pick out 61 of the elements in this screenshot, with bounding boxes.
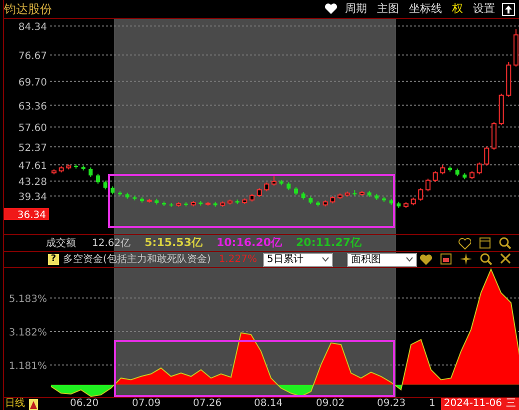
candlestick — [88, 166, 93, 178]
toolbar-button[interactable]: 权 — [449, 0, 466, 18]
date-label: 07.09 — [132, 398, 161, 410]
zoom-icon[interactable] — [480, 253, 492, 265]
triangle-icon[interactable] — [29, 398, 38, 410]
axis-label: 76.67 — [18, 50, 47, 62]
volume-label: 成交额 — [46, 236, 76, 250]
date-label: 08.14 — [254, 398, 283, 410]
toolbar-button[interactable]: 坐标线 — [406, 0, 445, 18]
axis-label: 3.182% — [8, 328, 47, 338]
weekday-label: 三 — [506, 398, 516, 410]
dropdown[interactable]: 面积图 — [346, 252, 417, 266]
current-price-label: 36.34 — [4, 208, 49, 221]
candlestick — [484, 146, 490, 166]
indicator-value: 1.227% — [218, 253, 257, 267]
current-date: 2024-11-06 — [444, 398, 502, 410]
axis-label: 43.28 — [18, 177, 47, 188]
heart-icon[interactable] — [419, 253, 432, 266]
help-button[interactable]: ? — [48, 254, 59, 265]
window-icon[interactable] — [440, 253, 452, 265]
window-icon[interactable] — [479, 236, 491, 248]
volume-value: 12.62亿 — [92, 236, 131, 250]
stock-title: 钧达股份 — [4, 1, 52, 18]
period-label[interactable]: 日线 — [5, 398, 25, 410]
candlestick — [96, 173, 100, 184]
date-label: 06.20 — [70, 398, 99, 410]
up-arrow-icon[interactable] — [502, 2, 515, 16]
toolbar-button[interactable]: 主图 — [374, 0, 402, 18]
candlestick — [432, 170, 438, 182]
date-label: 1 — [429, 398, 436, 410]
moving-average-value: 5:15.53亿 — [144, 234, 202, 251]
axis-label: 63.36 — [18, 101, 47, 112]
caret-icon — [322, 257, 329, 262]
zoom-icon[interactable] — [499, 236, 511, 248]
dropdown[interactable]: 5日累计 — [262, 252, 333, 266]
sparkle-icon[interactable] — [460, 253, 472, 265]
axis-label: 5.183% — [8, 294, 47, 305]
date-label: 09.23 — [377, 398, 406, 410]
candlestick — [272, 176, 276, 186]
axis-label: 1.181% — [8, 361, 47, 372]
date-label: 07.26 — [193, 398, 222, 410]
indicator-name: 多空资金(包括主力和敢死队资金) — [63, 252, 211, 267]
toolbar-button[interactable]: 周期 — [342, 0, 370, 18]
close-icon[interactable] — [500, 253, 511, 264]
candlestick — [426, 178, 430, 192]
candlestick — [440, 164, 446, 175]
date-label: 09.02 — [316, 398, 345, 410]
moving-average-value: 20:11.27亿 — [296, 234, 362, 251]
candlestick — [476, 162, 482, 175]
axis-label: 39.34 — [18, 192, 47, 204]
axis-label: 52.37 — [18, 142, 47, 154]
candlestick — [418, 188, 424, 202]
moving-average-value: 10:16.20亿 — [216, 234, 282, 251]
axis-label: 84.34 — [18, 22, 47, 33]
toolbar-button[interactable]: 设置 — [470, 0, 498, 18]
axis-label: 57.60 — [18, 123, 47, 134]
axis-label: 69.70 — [18, 77, 47, 88]
caret-icon — [406, 257, 413, 262]
axis-label: 47.61 — [18, 160, 47, 172]
heart-outline-icon[interactable] — [458, 236, 471, 250]
heart-icon[interactable] — [324, 2, 338, 16]
